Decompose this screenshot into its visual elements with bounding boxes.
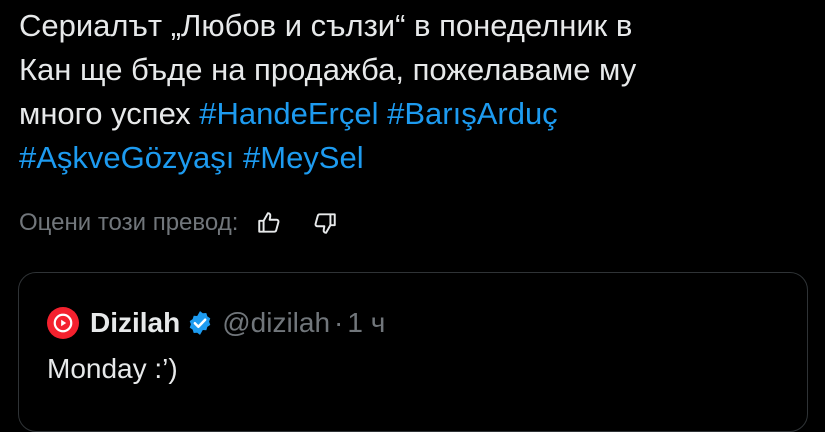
tweet-text-line-2: Кан ще бъде на продажба, пожелаваме му: [19, 52, 637, 87]
quoted-handle[interactable]: @dizilah: [222, 307, 330, 339]
tweet-text-line-1: Сериалът „Любов и сълзи“ в понеделник в: [19, 8, 633, 43]
avatar[interactable]: [47, 307, 79, 339]
quoted-tweet-card[interactable]: Dizilah @dizilah · 1 ч Monday :’): [18, 272, 808, 432]
quoted-timestamp[interactable]: 1 ч: [347, 307, 385, 339]
separator-dot: ·: [334, 307, 344, 338]
hashtag-askvegozyasi[interactable]: #AşkveGözyaşı: [19, 140, 234, 175]
quoted-tweet-header: Dizilah @dizilah · 1 ч: [47, 303, 385, 343]
tweet-text-line-3: много успех #HandeErçel #BarışArduç: [19, 92, 809, 136]
quoted-tweet-text: Monday :’): [47, 353, 178, 384]
hashtag-baris-arduc[interactable]: #BarışArduç: [387, 96, 558, 131]
hashtag-meysel[interactable]: #MeySel: [243, 140, 364, 175]
hashtag-hande-ercel[interactable]: #HandeErçel: [199, 96, 378, 131]
play-logo-icon: [53, 313, 73, 333]
tweet-text-line-4: #AşkveGözyaşı #MeySel: [19, 136, 809, 180]
thumbs-down-icon: [314, 213, 337, 234]
tweet-text-line-3-text: много успех: [19, 96, 200, 131]
thumbs-down-button[interactable]: [308, 206, 342, 240]
thumbs-up-icon: [258, 212, 280, 233]
quoted-display-name[interactable]: Dizilah: [90, 307, 180, 339]
translation-rating-label: Оцени този превод:: [19, 209, 239, 236]
thumbs-up-button[interactable]: [252, 206, 286, 240]
tweet-text: Сериалът „Любов и сълзи“ в понеделник в …: [19, 4, 809, 180]
verified-badge-icon: [186, 309, 214, 337]
translation-rating: Оцени този превод:: [19, 205, 364, 241]
